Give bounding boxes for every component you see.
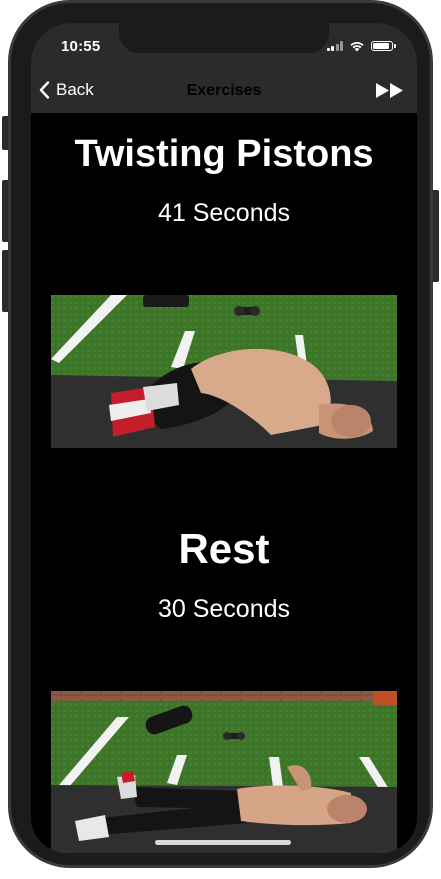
navigation-bar: Back Exercises [31, 69, 417, 113]
exercise-image [51, 691, 397, 853]
nav-title: Exercises [186, 82, 262, 99]
exercise-title: Twisting Pistons [74, 133, 374, 175]
fast-forward-icon [376, 83, 403, 98]
wifi-icon [350, 42, 364, 52]
exercise-image [51, 295, 397, 448]
exercise-list: Twisting Pistons 41 Seconds Rest 30 Seco… [31, 113, 417, 853]
cellular-signal-icon [327, 41, 343, 51]
exercise-duration: 30 Seconds [157, 595, 291, 623]
battery-icon [371, 41, 396, 51]
status-bar: 10:55 [31, 23, 417, 69]
notch [119, 23, 329, 53]
exercise-duration: 41 Seconds [157, 199, 291, 227]
power-button [433, 190, 439, 282]
skip-forward-button[interactable] [375, 82, 405, 104]
status-icons [327, 40, 396, 52]
status-time: 10:55 [61, 38, 101, 55]
phone-screen: 10:55 Back Exercises Twisting Pistons 41… [31, 23, 417, 853]
exercise-title: Rest [178, 525, 270, 572]
home-indicator[interactable] [155, 840, 291, 845]
